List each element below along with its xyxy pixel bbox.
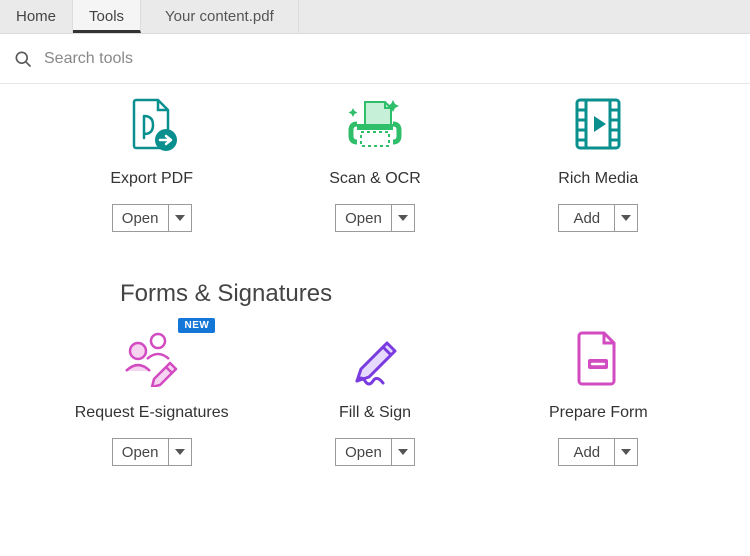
chevron-down-icon — [175, 449, 185, 455]
add-button[interactable]: Add — [558, 204, 614, 232]
tool-label: Prepare Form — [549, 404, 648, 422]
add-dropdown-button[interactable] — [614, 438, 638, 466]
tool-label: Rich Media — [558, 170, 638, 188]
open-button[interactable]: Open — [112, 438, 168, 466]
request-esignatures-icon — [120, 322, 184, 394]
tool-scan-ocr[interactable]: Scan & OCR Open — [263, 84, 486, 232]
chevron-down-icon — [621, 215, 631, 221]
prepare-form-icon — [574, 322, 622, 394]
chevron-down-icon — [398, 215, 408, 221]
tab-tools[interactable]: Tools — [73, 0, 141, 33]
tab-home[interactable]: Home — [0, 0, 73, 33]
tool-label: Scan & OCR — [329, 170, 421, 188]
search-bar — [0, 34, 750, 84]
tools-content: Export PDF Open — [0, 84, 750, 556]
open-button[interactable]: Open — [335, 204, 391, 232]
open-button[interactable]: Open — [112, 204, 168, 232]
chevron-down-icon — [621, 449, 631, 455]
add-button[interactable]: Add — [558, 438, 614, 466]
add-dropdown-button[interactable] — [614, 204, 638, 232]
open-dropdown-button[interactable] — [391, 438, 415, 466]
section-forms-signatures: Forms & Signatures — [0, 242, 750, 318]
scan-ocr-icon — [343, 88, 407, 160]
tool-export-pdf[interactable]: Export PDF Open — [40, 84, 263, 232]
chevron-down-icon — [398, 449, 408, 455]
open-dropdown-button[interactable] — [168, 204, 192, 232]
tool-label: Fill & Sign — [339, 404, 411, 422]
rich-media-icon — [573, 88, 623, 160]
export-pdf-icon — [124, 88, 180, 160]
tool-prepare-form[interactable]: Prepare Form Add — [487, 318, 710, 466]
open-button[interactable]: Open — [335, 438, 391, 466]
tool-label: Export PDF — [110, 170, 193, 188]
tab-bar: Home Tools Your content.pdf — [0, 0, 750, 34]
search-input[interactable] — [42, 49, 342, 69]
tool-rich-media[interactable]: Rich Media Add — [487, 84, 710, 232]
tool-label: Request E-signatures — [75, 404, 229, 422]
chevron-down-icon — [175, 215, 185, 221]
tool-fill-sign[interactable]: Fill & Sign Open — [263, 318, 486, 466]
search-icon — [10, 46, 36, 72]
fill-sign-icon — [347, 322, 403, 394]
open-dropdown-button[interactable] — [391, 204, 415, 232]
tool-request-esignatures[interactable]: NEW Request E-signatures Open — [40, 318, 263, 466]
open-dropdown-button[interactable] — [168, 438, 192, 466]
new-badge: NEW — [178, 318, 215, 333]
tab-document[interactable]: Your content.pdf — [141, 0, 299, 33]
